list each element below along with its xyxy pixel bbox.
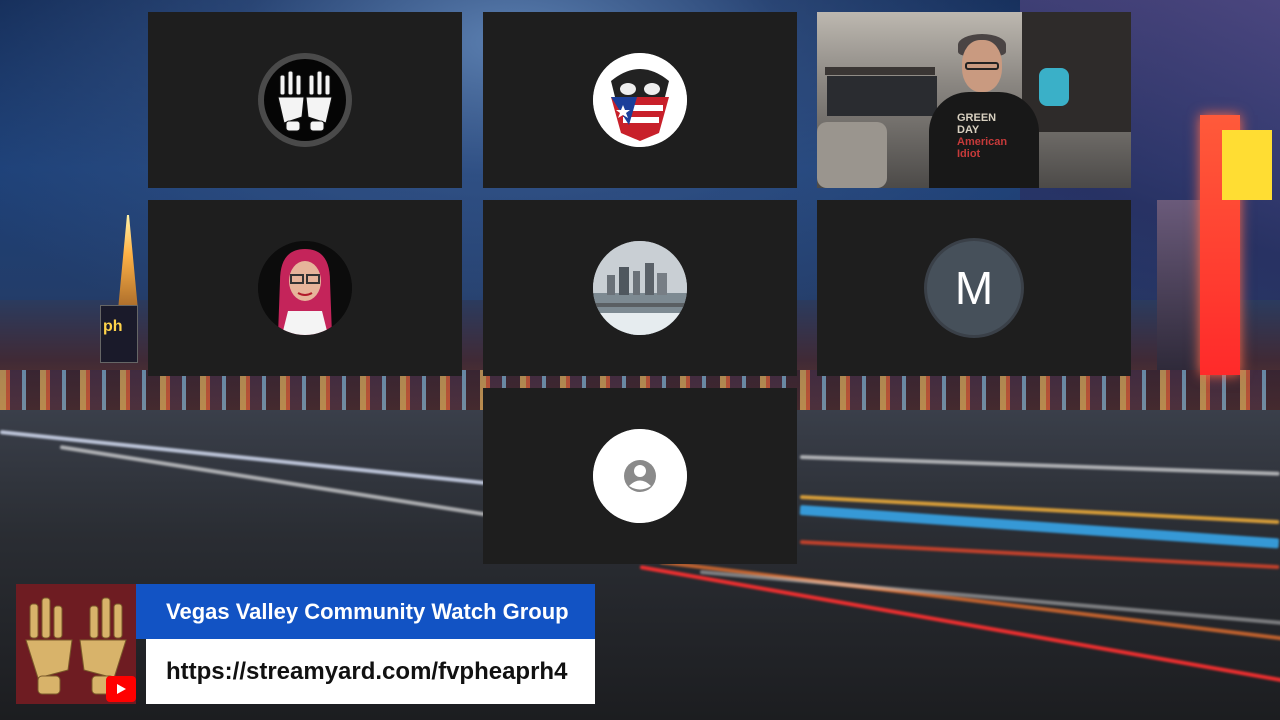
skeleton-hands-icon <box>258 53 352 147</box>
stream-url-bar: https://streamyard.com/fvpheaprh4 <box>146 639 595 704</box>
stream-title: Vegas Valley Community Watch Group <box>166 598 569 624</box>
participant-tile-4[interactable] <box>148 200 462 376</box>
shirt-print: GREEN DAY American Idiot <box>957 112 1007 160</box>
stream-url: https://streamyard.com/fvpheaprh4 <box>166 657 568 685</box>
shirt-text-2: DAY <box>957 124 980 136</box>
participant-tile-3-camera[interactable]: GREEN DAY American Idiot <box>817 12 1131 188</box>
casino-sign-text: ph <box>103 318 123 335</box>
plaza-marquee <box>1222 130 1272 200</box>
shirt-text-1: GREEN <box>957 112 997 124</box>
youtube-icon <box>106 676 136 702</box>
shirt-text-3: American <box>957 136 1008 148</box>
chair <box>817 122 887 188</box>
account-circle-icon <box>593 429 687 523</box>
avatar-initial: M <box>954 262 994 314</box>
person-photo-icon <box>258 241 352 335</box>
headphones <box>1039 68 1069 106</box>
initial-avatar: M <box>924 238 1024 338</box>
skull-flag-icon <box>593 53 687 147</box>
participant-tile-1[interactable] <box>148 12 462 188</box>
city-photo-icon <box>593 241 687 335</box>
participant-tile-2[interactable] <box>483 12 797 188</box>
participant-tile-6[interactable]: M <box>817 200 1131 376</box>
participant-tile-7[interactable] <box>483 388 797 564</box>
monitor <box>827 76 937 116</box>
participant-tile-5[interactable] <box>483 200 797 376</box>
shirt-text-4: Idiot <box>957 148 981 160</box>
bookshelf <box>1022 12 1131 132</box>
stream-title-bar: Vegas Valley Community Watch Group <box>136 584 595 639</box>
shelf <box>825 67 935 75</box>
person-glasses <box>965 62 999 70</box>
